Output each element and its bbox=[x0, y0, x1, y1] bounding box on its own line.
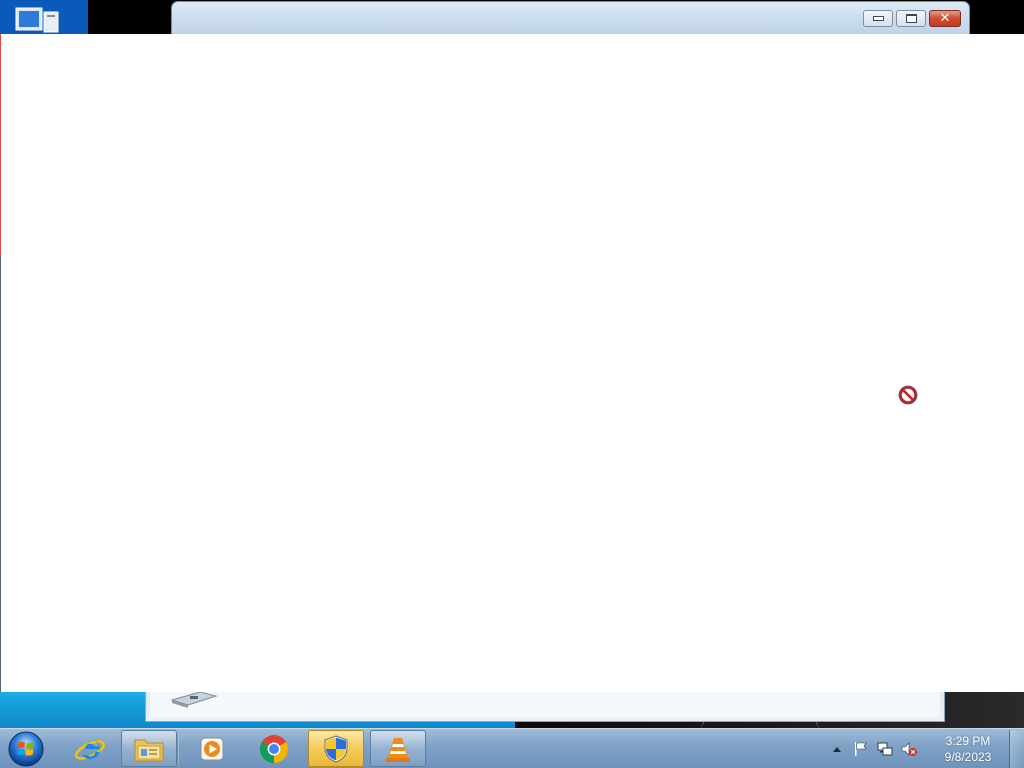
panel-edge-border bbox=[0, 256, 1, 692]
taskbar-clock[interactable]: 3:29 PM 9/8/2023 bbox=[927, 733, 1009, 765]
window-controls: ✕ bbox=[863, 10, 961, 27]
vlc-cone-icon bbox=[386, 737, 410, 762]
background-window-content bbox=[150, 688, 940, 717]
system-tray: 3:29 PM 9/8/2023 bbox=[823, 729, 1024, 768]
windows-start-orb-icon bbox=[8, 731, 44, 767]
computer-icon bbox=[15, 7, 59, 33]
maximize-button[interactable] bbox=[896, 10, 926, 27]
start-button[interactable] bbox=[6, 730, 46, 768]
close-button[interactable]: ✕ bbox=[929, 10, 961, 27]
close-icon: ✕ bbox=[939, 11, 951, 26]
action-center-flag-icon bbox=[855, 742, 867, 756]
folder-explorer-icon bbox=[134, 739, 164, 761]
blank-white-window[interactable] bbox=[0, 34, 1024, 692]
taskbar-windows-explorer[interactable] bbox=[121, 730, 177, 767]
background-window-bottom bbox=[145, 688, 945, 722]
taskbar: 3:29 PM 9/8/2023 bbox=[0, 728, 1024, 768]
taskbar-internet-explorer[interactable] bbox=[62, 730, 118, 767]
tray-action-center[interactable] bbox=[851, 739, 871, 759]
uac-shield-icon bbox=[324, 734, 348, 763]
show-desktop-button[interactable] bbox=[1009, 730, 1024, 768]
chrome-icon bbox=[260, 734, 288, 763]
clock-date: 9/8/2023 bbox=[944, 750, 992, 764]
tray-network[interactable] bbox=[875, 739, 895, 759]
tray-show-hidden-button[interactable] bbox=[827, 739, 847, 759]
taskbar-separator bbox=[177, 733, 179, 765]
tray-expand-arrow-icon bbox=[833, 747, 841, 752]
tray-volume[interactable] bbox=[899, 739, 919, 759]
panel-edge-highlight bbox=[0, 34, 1, 256]
clock-time: 3:29 PM bbox=[945, 734, 991, 748]
internet-explorer-icon bbox=[74, 738, 106, 760]
minimize-icon bbox=[872, 16, 884, 21]
media-player-icon bbox=[200, 737, 224, 760]
minimize-button[interactable] bbox=[863, 10, 893, 27]
taskbar-vlc-media-player[interactable] bbox=[370, 730, 426, 767]
taskbar-google-chrome[interactable] bbox=[246, 730, 302, 767]
network-icon bbox=[877, 742, 893, 756]
unavailable-cursor-icon bbox=[898, 385, 918, 405]
taskbar-windows-media-player[interactable] bbox=[184, 730, 240, 767]
maximize-icon bbox=[905, 14, 917, 23]
volume-muted-icon bbox=[901, 742, 917, 756]
desktop-computer-shortcut[interactable] bbox=[0, 0, 88, 34]
taskbar-user-account-control[interactable] bbox=[308, 730, 364, 767]
